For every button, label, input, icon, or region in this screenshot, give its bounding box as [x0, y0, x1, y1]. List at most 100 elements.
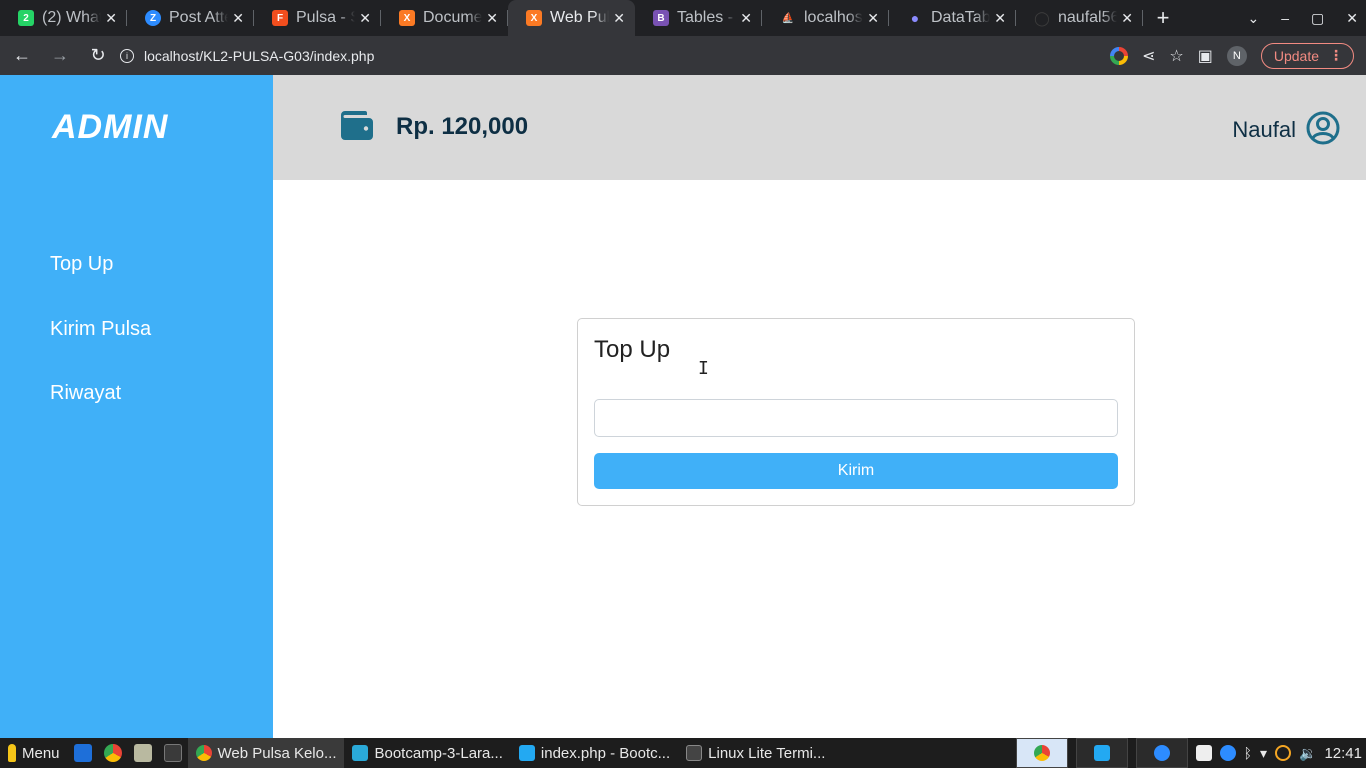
update-label: Update [1273, 47, 1319, 64]
site-info-icon[interactable]: i [120, 48, 134, 63]
file-manager-launcher-icon[interactable] [133, 744, 152, 762]
browser-tab[interactable]: F Pulsa - Sigma ✕ [254, 0, 381, 36]
tab-title: Documentation [423, 9, 483, 26]
tab-title: Web Pulsa [550, 9, 610, 26]
browser-tab[interactable]: ⛵ localhost ✕ [762, 0, 889, 36]
linux-lite-feather-icon [8, 744, 16, 762]
tab-title: Pulsa - Sigma [296, 9, 355, 26]
tab-title: naufal56 [1058, 9, 1118, 26]
browser-toolbar: ← → ↻ i localhost/KL2-PULSA-G03/index.ph… [0, 36, 1366, 75]
top-up-amount-input[interactable] [594, 399, 1118, 437]
close-tab-icon[interactable]: ✕ [613, 10, 625, 27]
close-window-icon[interactable]: ✕ [1346, 10, 1358, 27]
chrome-icon [1033, 745, 1050, 761]
tab-title: DataTables [931, 9, 991, 26]
app-logo: ADMIN [52, 108, 169, 146]
chrome-icon [195, 745, 212, 761]
kebab-menu-icon: ⋮ [1329, 47, 1343, 63]
bookmark-star-icon[interactable]: ☆ [1169, 46, 1183, 66]
taskbar-task[interactable]: Linux Lite Termi... [678, 738, 833, 768]
browser-tab[interactable]: ◯ naufal56 ✕ [1016, 0, 1143, 36]
update-button[interactable]: Update ⋮ [1260, 42, 1354, 69]
balance-amount: Rp. 120,000 [396, 113, 529, 140]
close-tab-icon[interactable]: ✕ [105, 10, 117, 27]
close-tab-icon[interactable]: ✕ [359, 10, 371, 27]
sidebar-item-riwayat[interactable]: Riwayat [50, 382, 121, 405]
window-controls: ⌄ – ▢ ✕ [1248, 0, 1359, 36]
user-name[interactable]: Naufal [1232, 117, 1296, 143]
volume-icon[interactable]: 🔉 [1299, 745, 1316, 762]
card-title: Top Up [594, 336, 671, 363]
share-icon[interactable]: ⋖ [1142, 46, 1155, 66]
close-tab-icon[interactable]: ✕ [994, 10, 1006, 27]
back-icon[interactable]: ← [6, 40, 38, 72]
datatables-icon: ● [910, 10, 920, 26]
browser-tab[interactable]: X Documentation ✕ [381, 0, 508, 36]
browser-tab-bar: 2 (2) WhatsApp ✕ Z Post Attendance ✕ F P… [0, 0, 1366, 36]
start-menu-button[interactable]: Menu [0, 744, 68, 762]
taskbar-task[interactable]: Bootcamp-3-Lara... [344, 738, 510, 768]
task-label: Bootcamp-3-Lara... [374, 744, 503, 762]
close-tab-icon[interactable]: ✕ [486, 10, 498, 27]
browser-tab[interactable]: 2 (2) WhatsApp ✕ [0, 0, 127, 36]
vscode-icon [1093, 745, 1110, 761]
tab-title: Post Attendance [169, 9, 228, 26]
user-circle-icon[interactable] [1306, 111, 1340, 145]
workspace-chrome[interactable] [1015, 738, 1068, 768]
xampp-icon: X [399, 10, 415, 26]
new-tab-button[interactable]: + [1143, 0, 1183, 36]
close-tab-icon[interactable]: ✕ [232, 10, 244, 27]
browser-tab[interactable]: B Tables - Bootstrap ✕ [635, 0, 762, 36]
browser-tab[interactable]: Z Post Attendance ✕ [127, 0, 254, 36]
terminal-launcher-icon[interactable] [163, 744, 182, 762]
os-taskbar: Menu Web Pulsa Kelo... Bootcamp-3-Lara..… [0, 738, 1366, 768]
folder-icon [352, 745, 369, 761]
text-cursor-icon: I [698, 358, 709, 379]
sidebar-item-top-up[interactable]: Top Up [50, 253, 113, 276]
taskbar-task[interactable]: index.php - Bootc... [511, 738, 678, 768]
clipboard-icon[interactable] [1195, 745, 1212, 761]
zoom-icon [1153, 745, 1170, 761]
bootstrap-icon: B [653, 10, 669, 26]
clock[interactable]: 12:41 [1324, 745, 1362, 762]
app-header: Rp. 120,000 Naufal [273, 75, 1366, 180]
chrome-launcher-icon[interactable] [103, 744, 122, 762]
close-tab-icon[interactable]: ✕ [867, 10, 879, 27]
taskbar-task[interactable]: Web Pulsa Kelo... [187, 738, 345, 768]
workspace-zoom[interactable] [1135, 738, 1188, 768]
figma-icon: F [272, 10, 288, 26]
update-tray-icon[interactable] [1275, 745, 1292, 761]
minimize-icon[interactable]: – [1281, 10, 1289, 26]
forward-icon[interactable]: → [44, 40, 76, 72]
sidebar-item-kirim-pulsa[interactable]: Kirim Pulsa [50, 318, 151, 341]
kirim-button[interactable]: Kirim [594, 453, 1118, 489]
menu-label: Menu [22, 744, 60, 762]
tab-title: (2) WhatsApp [42, 9, 102, 26]
google-lens-icon[interactable] [1109, 46, 1128, 65]
browser-tab[interactable]: ● DataTables ✕ [889, 0, 1016, 36]
side-panel-icon[interactable]: ▣ [1198, 46, 1213, 66]
address-bar[interactable]: i localhost/KL2-PULSA-G03/index.php [110, 40, 1090, 71]
profile-avatar[interactable]: N [1226, 45, 1247, 66]
phpmyadmin-icon: ⛵ [781, 12, 795, 24]
vscode-icon [518, 745, 535, 761]
zoom-tray-icon[interactable] [1219, 745, 1236, 761]
show-desktop-icon[interactable] [73, 744, 92, 762]
bluetooth-icon[interactable]: ᛒ [1244, 745, 1252, 761]
zoom-icon: Z [145, 10, 161, 26]
workspace-vscode[interactable] [1075, 738, 1128, 768]
task-label: index.php - Bootc... [540, 744, 671, 762]
tab-title: Tables - Bootstrap [677, 9, 736, 26]
tab-search-icon[interactable]: ⌄ [1248, 10, 1260, 27]
maximize-icon[interactable]: ▢ [1311, 10, 1324, 27]
task-label: Linux Lite Termi... [708, 744, 826, 762]
wifi-icon[interactable]: ▾ [1260, 745, 1267, 762]
browser-tab-active[interactable]: X Web Pulsa ✕ [508, 0, 635, 36]
close-tab-icon[interactable]: ✕ [1121, 10, 1133, 27]
tab-title: localhost [804, 9, 864, 26]
sidebar: ADMIN Top Up Kirim Pulsa Riwayat [0, 75, 273, 738]
close-tab-icon[interactable]: ✕ [740, 10, 752, 27]
xampp-icon: X [526, 10, 542, 26]
url-text[interactable]: localhost/KL2-PULSA-G03/index.php [144, 48, 374, 64]
terminal-icon [686, 745, 703, 761]
